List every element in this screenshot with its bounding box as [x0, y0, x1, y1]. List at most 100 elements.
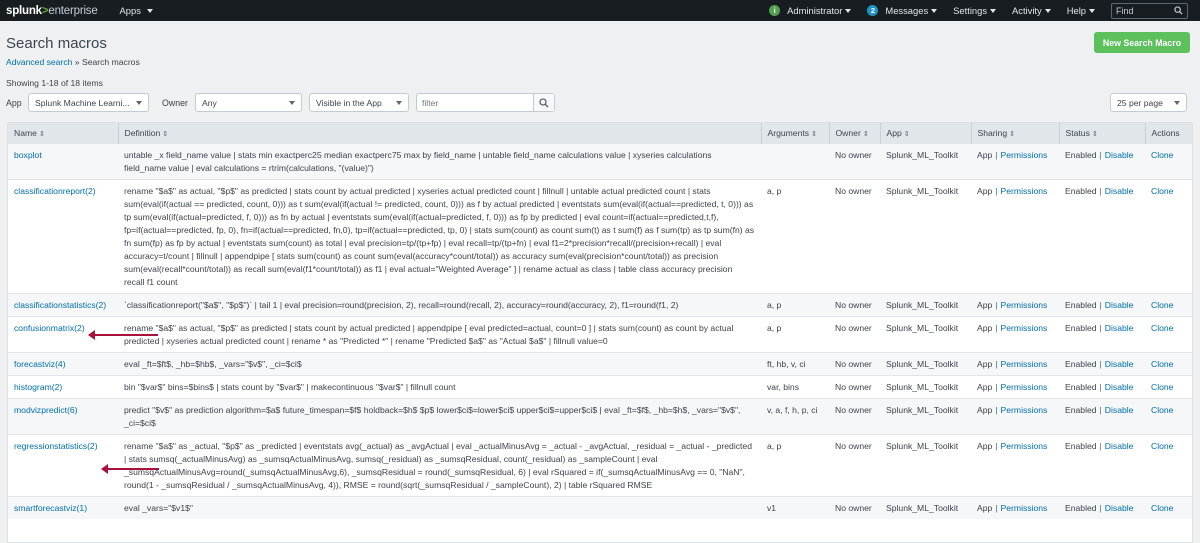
disable-link[interactable]: Disable: [1105, 323, 1134, 333]
clone-link[interactable]: Clone: [1151, 150, 1173, 160]
permissions-link[interactable]: Permissions: [1001, 186, 1048, 196]
table-row: classificationstatistics(2) `classificati…: [8, 292, 1192, 316]
clone-link[interactable]: Clone: [1151, 405, 1173, 415]
column-header-definition[interactable]: Definition ⇕: [118, 123, 762, 143]
sort-icon: ⇕: [903, 130, 910, 138]
macro-name-link[interactable]: confusionmatrix(2): [14, 323, 85, 333]
page-title: Search macros: [6, 35, 107, 52]
macro-name-link[interactable]: classificationstatistics(2): [14, 300, 106, 310]
clone-link[interactable]: Clone: [1151, 503, 1173, 513]
activity-menu[interactable]: Activity: [1012, 5, 1051, 16]
permissions-link[interactable]: Permissions: [1001, 382, 1048, 392]
column-header-app[interactable]: App ⇕: [880, 123, 972, 143]
owner-cell: No owner: [829, 292, 880, 316]
table-row: modvizpredict(6) predict "$v$" as predict…: [8, 397, 1192, 434]
column-header-arguments[interactable]: Arguments ⇕: [761, 123, 830, 143]
permissions-link[interactable]: Permissions: [1001, 150, 1048, 160]
apps-menu[interactable]: Apps: [120, 5, 153, 16]
status-cell: Enabled | Disable: [1059, 315, 1145, 352]
macro-name-link[interactable]: histogram(2): [14, 382, 62, 392]
permissions-link[interactable]: Permissions: [1001, 441, 1048, 451]
disable-link[interactable]: Disable: [1105, 382, 1134, 392]
settings-menu[interactable]: Settings: [953, 5, 997, 16]
breadcrumb-current: Search macros: [81, 57, 140, 67]
breadcrumb-advanced-search[interactable]: Advanced search: [6, 57, 72, 67]
macro-name-link[interactable]: classificationreport(2): [14, 186, 96, 196]
column-header-sharing[interactable]: Sharing ⇕: [971, 123, 1060, 143]
clone-link[interactable]: Clone: [1151, 323, 1173, 333]
annotation-arrow: [88, 330, 158, 340]
sharing-cell: App | Permissions: [971, 292, 1059, 316]
per-page-select[interactable]: 25 per page: [1110, 93, 1187, 112]
disable-link[interactable]: Disable: [1105, 441, 1134, 451]
sharing-cell: App | Permissions: [971, 397, 1059, 434]
definition-cell: rename "$a$" as _actual, "$p$" as _predi…: [118, 433, 761, 496]
permissions-link[interactable]: Permissions: [1001, 323, 1048, 333]
actions-cell: Clone: [1145, 397, 1192, 434]
clone-link[interactable]: Clone: [1151, 441, 1173, 451]
clone-link[interactable]: Clone: [1151, 186, 1173, 196]
owner-filter-label: Owner: [162, 98, 188, 108]
macro-name-link[interactable]: modvizpredict(6): [14, 405, 78, 415]
status-cell: Enabled | Disable: [1059, 397, 1145, 434]
column-header-name[interactable]: Name ⇕: [8, 123, 119, 143]
sharing-cell: App | Permissions: [971, 351, 1059, 375]
disable-link[interactable]: Disable: [1105, 503, 1134, 513]
disable-link[interactable]: Disable: [1105, 150, 1134, 160]
chevron-down-icon: [1174, 100, 1180, 105]
permissions-link[interactable]: Permissions: [1001, 405, 1048, 415]
separator: |: [1099, 322, 1102, 333]
column-header-owner[interactable]: Owner ⇕: [829, 123, 881, 143]
separator: |: [995, 299, 998, 310]
disable-link[interactable]: Disable: [1105, 405, 1134, 415]
macro-name-link[interactable]: regressionstatistics(2): [14, 441, 98, 451]
arguments-cell: var, bins: [761, 374, 829, 398]
permissions-link[interactable]: Permissions: [1001, 503, 1048, 513]
disable-link[interactable]: Disable: [1105, 186, 1134, 196]
sharing-cell: App | Permissions: [971, 142, 1059, 179]
separator: |: [1099, 299, 1102, 310]
sharing-value: App: [977, 502, 993, 513]
status-cell: Enabled | Disable: [1059, 374, 1145, 398]
sort-icon: ⇕: [162, 130, 169, 138]
separator: |: [995, 185, 998, 196]
clone-link[interactable]: Clone: [1151, 359, 1173, 369]
arguments-cell: a, p: [761, 315, 829, 352]
separator: |: [1099, 440, 1102, 451]
macro-name-link[interactable]: boxplot: [14, 150, 42, 160]
name-cell: smartforecastviz(1): [8, 495, 118, 519]
filter-search: [416, 93, 555, 112]
help-menu[interactable]: Help: [1067, 5, 1095, 16]
sort-icon: ⇕: [862, 130, 869, 138]
macro-name-link[interactable]: forecastviz(4): [14, 359, 66, 369]
visibility-filter-select[interactable]: Visible in the App: [309, 93, 409, 112]
messages-menu[interactable]: 2 Messages: [867, 5, 938, 16]
app-filter-select[interactable]: Splunk Machine Learni...: [28, 93, 149, 112]
column-header-status[interactable]: Status ⇕: [1059, 123, 1146, 143]
definition-cell: bin "$var$" bins=$bins$ | stats count by…: [118, 374, 761, 398]
filter-input[interactable]: [417, 94, 533, 111]
new-search-macro-button[interactable]: New Search Macro: [1094, 32, 1190, 53]
find-input[interactable]: Find: [1111, 2, 1188, 19]
disable-link[interactable]: Disable: [1105, 300, 1134, 310]
separator: |: [995, 149, 998, 160]
owner-filter-select[interactable]: Any: [195, 93, 302, 112]
permissions-link[interactable]: Permissions: [1001, 359, 1048, 369]
disable-link[interactable]: Disable: [1105, 359, 1134, 369]
item-count: Showing 1-18 of 18 items: [6, 78, 103, 88]
macro-name-link[interactable]: smartforecastviz(1): [14, 503, 87, 513]
app-cell: Splunk_ML_Toolkit: [880, 351, 971, 375]
splunk-logo[interactable]: splunk>enterprise: [6, 5, 98, 17]
permissions-link[interactable]: Permissions: [1001, 300, 1048, 310]
user-menu[interactable]: i Administrator: [769, 5, 852, 16]
actions-cell: Clone: [1145, 178, 1192, 293]
sharing-cell: App | Permissions: [971, 315, 1059, 352]
status-value: Enabled: [1065, 502, 1097, 513]
owner-cell: No owner: [829, 178, 880, 293]
top-navbar: splunk>enterprise Apps i Administrator 2M…: [0, 0, 1200, 21]
filter-search-button[interactable]: [533, 94, 554, 111]
actions-cell: Clone: [1145, 374, 1192, 398]
clone-link[interactable]: Clone: [1151, 300, 1173, 310]
clone-link[interactable]: Clone: [1151, 382, 1173, 392]
sort-icon: ⇕: [811, 130, 817, 138]
